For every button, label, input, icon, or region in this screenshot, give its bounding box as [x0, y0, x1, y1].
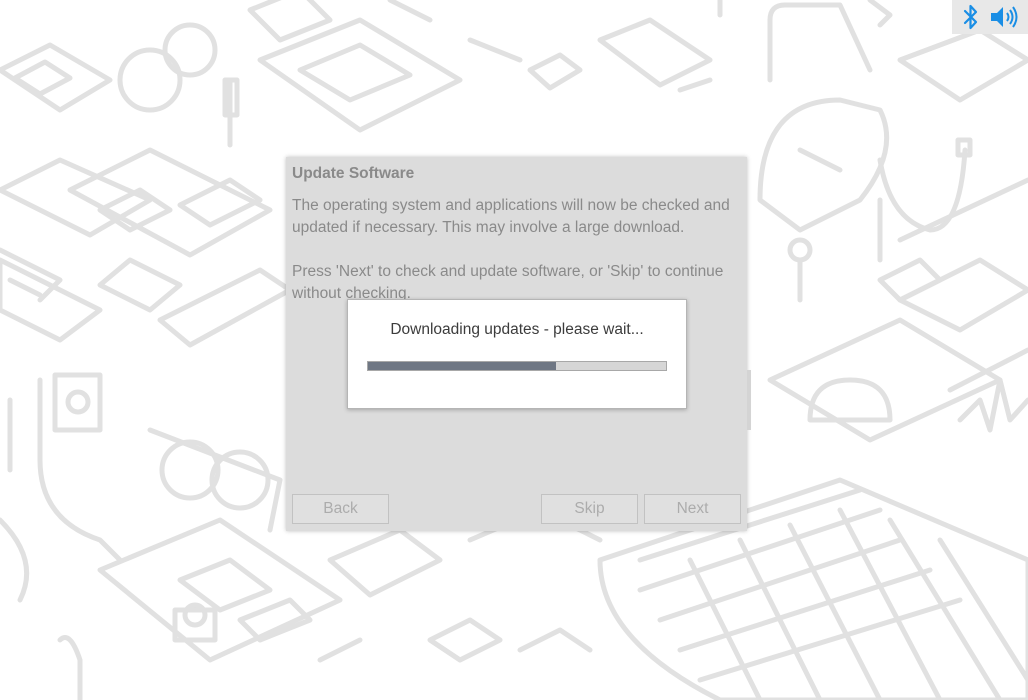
- progress-message: Downloading updates - please wait...: [390, 321, 644, 338]
- volume-icon[interactable]: [989, 4, 1019, 30]
- wizard-description: The operating system and applications wi…: [292, 197, 730, 236]
- progress-bar-fill: [368, 362, 556, 370]
- wizard-title: Update Software: [292, 165, 415, 182]
- download-progress-dialog: Downloading updates - please wait...: [347, 299, 687, 409]
- skip-button[interactable]: Skip: [541, 494, 638, 524]
- background-dialog-edge: [747, 370, 751, 430]
- bluetooth-icon[interactable]: [961, 3, 981, 31]
- next-button[interactable]: Next: [644, 494, 741, 524]
- system-tray: [952, 0, 1028, 34]
- back-button[interactable]: Back: [292, 494, 389, 524]
- progress-bar: [367, 361, 667, 371]
